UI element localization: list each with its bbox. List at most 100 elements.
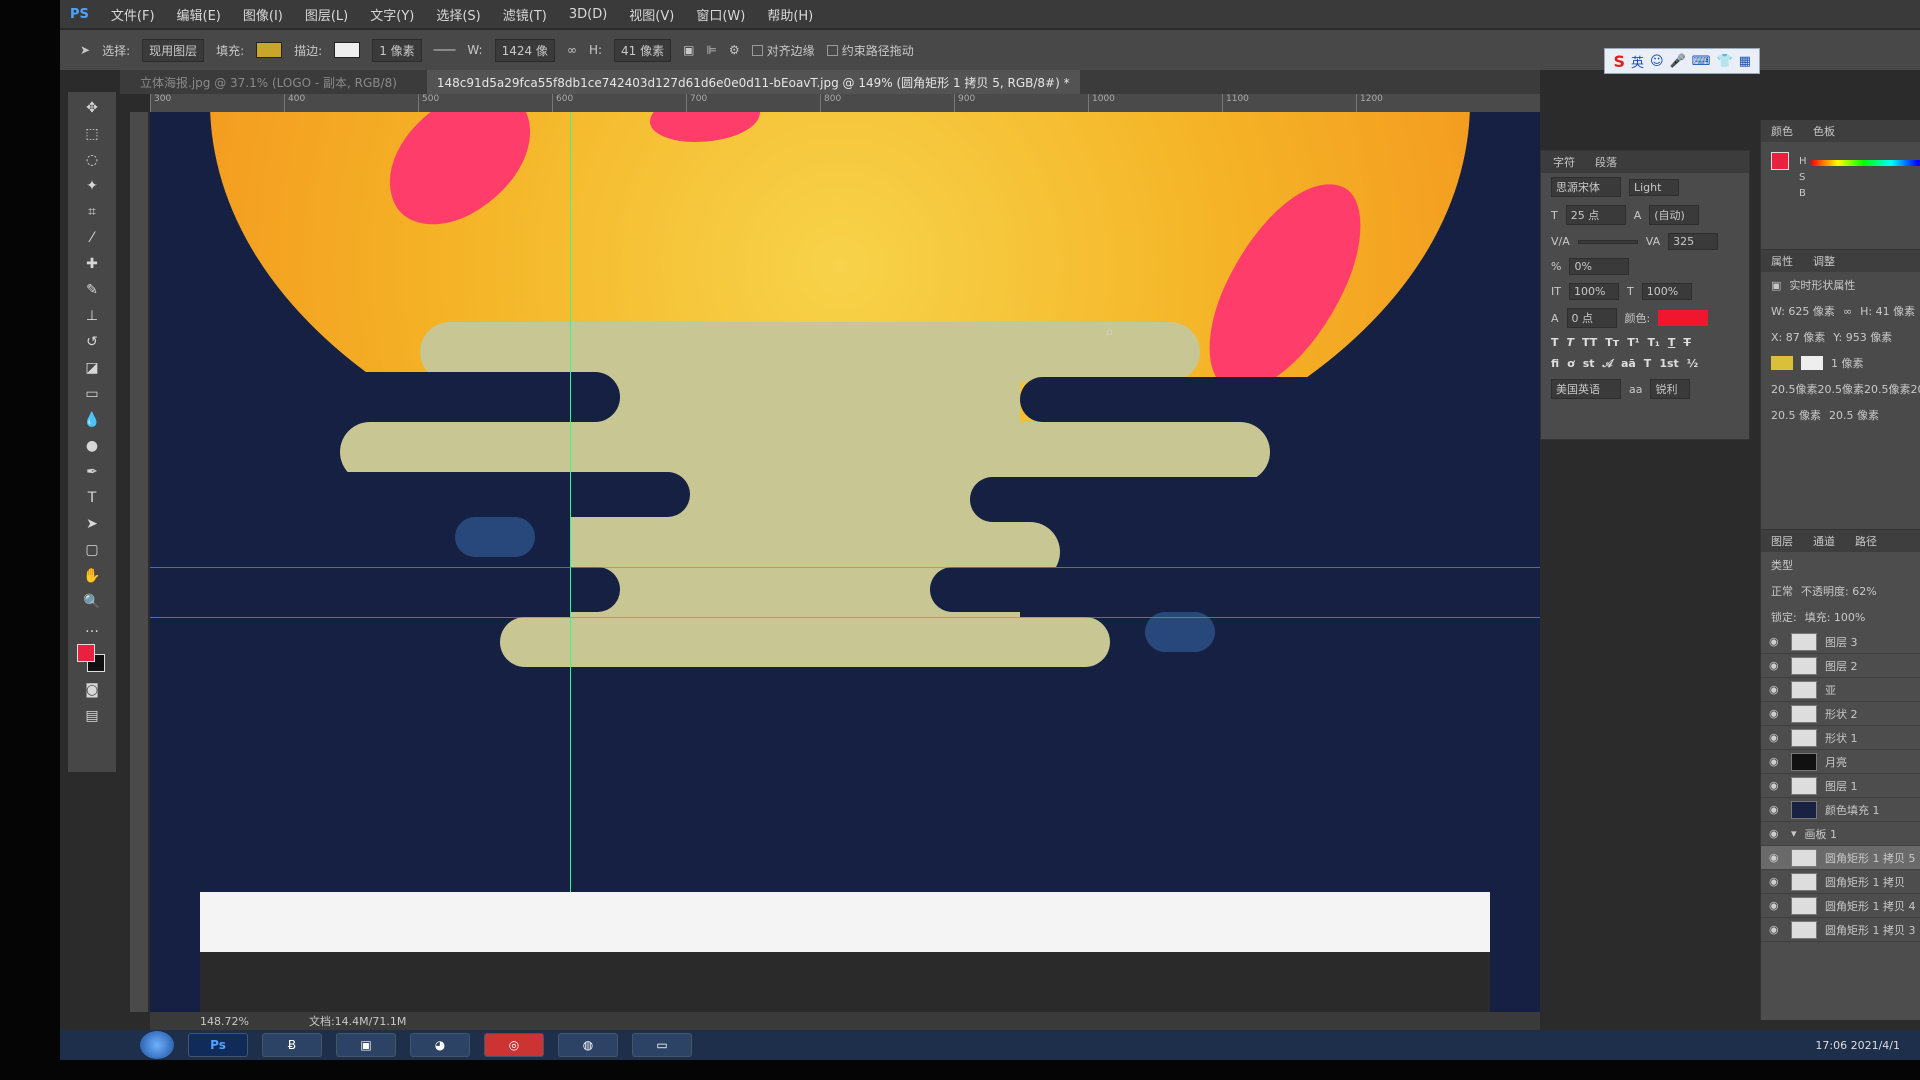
move-tool-icon[interactable]: ➤: [80, 43, 90, 57]
menu-select[interactable]: 选择(S): [436, 5, 480, 24]
tab-active-document[interactable]: 148c91d5a29fca55f8db1ce742403d127d61d6e0…: [426, 69, 1080, 95]
tab-character[interactable]: 字符: [1553, 154, 1575, 170]
tsume-field[interactable]: 0%: [1569, 258, 1630, 275]
menu-layer[interactable]: 图层(L): [305, 5, 348, 24]
ordinals-button[interactable]: 1st: [1659, 357, 1678, 371]
brush-tool-icon[interactable]: ✎: [81, 280, 103, 300]
radius-field-2[interactable]: 20.5 像素: [1829, 407, 1879, 423]
eye-icon[interactable]: ◉: [1769, 923, 1783, 936]
shape-tool-icon[interactable]: ▢: [81, 540, 103, 560]
horizontal-scale-field[interactable]: 100%: [1641, 283, 1692, 300]
taskbar-browser[interactable]: ◍: [558, 1033, 618, 1057]
artboard-row[interactable]: ◉ ▾ 画板 1: [1761, 822, 1920, 846]
zoom-tool-icon[interactable]: 🔍: [81, 592, 103, 612]
antialias-dropdown[interactable]: 锐利: [1650, 379, 1691, 399]
language-dropdown[interactable]: 美国英语: [1551, 379, 1621, 399]
underline-button[interactable]: T: [1668, 336, 1676, 349]
mic-icon[interactable]: 🎤: [1670, 54, 1686, 69]
dodge-tool-icon[interactable]: ●: [81, 436, 103, 456]
text-color-swatch[interactable]: [1658, 310, 1709, 326]
eye-icon[interactable]: ◉: [1769, 731, 1783, 744]
eye-icon[interactable]: ◉: [1769, 827, 1783, 840]
vertical-guide[interactable]: [570, 112, 571, 1012]
quick-mask-icon[interactable]: ◙: [81, 680, 103, 700]
leading-field[interactable]: (自动): [1649, 205, 1700, 225]
pen-tool-icon[interactable]: ✒: [81, 462, 103, 482]
shape-height[interactable]: H: 41 像素: [1860, 303, 1915, 319]
titling-button[interactable]: aā: [1621, 357, 1636, 371]
layer-row[interactable]: ◉ 月亮: [1761, 750, 1920, 774]
select-dropdown[interactable]: 现用图层: [142, 38, 205, 62]
menu-edit[interactable]: 编辑(E): [177, 5, 221, 24]
vertical-scale-field[interactable]: 100%: [1568, 283, 1619, 300]
faux-bold-button[interactable]: T: [1551, 336, 1559, 349]
path-select-icon[interactable]: ➤: [81, 514, 103, 534]
eye-icon[interactable]: ◉: [1769, 683, 1783, 696]
shape-stroke-swatch[interactable]: [1801, 356, 1823, 370]
ligature-button[interactable]: fi: [1551, 357, 1559, 371]
hand-tool-icon[interactable]: ✋: [81, 566, 103, 586]
ime-toolbar[interactable]: S 英 ☺ 🎤 ⌨ 👕 ▦: [1604, 48, 1760, 74]
shape-stroke-width[interactable]: 1 像素: [1831, 355, 1864, 371]
foreground-color-swatch[interactable]: [77, 644, 95, 662]
path-align-icon[interactable]: ⊫: [706, 43, 716, 57]
layer-filter-dropdown[interactable]: 类型: [1771, 557, 1793, 573]
fg-color-chip[interactable]: [1771, 152, 1789, 170]
emoji-icon[interactable]: ☺: [1650, 54, 1664, 69]
font-size-field[interactable]: 25 点: [1565, 205, 1626, 225]
layer-row[interactable]: ◉ 圆角矩形 1 拷贝 3: [1761, 918, 1920, 942]
fill-field[interactable]: 填充: 100%: [1805, 609, 1866, 625]
shape-y[interactable]: Y: 953 像素: [1833, 329, 1892, 345]
faux-italic-button[interactable]: T: [1567, 336, 1575, 349]
zoom-level[interactable]: 148.72%: [200, 1015, 249, 1028]
tab-paths[interactable]: 路径: [1855, 533, 1877, 549]
height-field[interactable]: 41 像素: [614, 38, 672, 62]
taskbar-wechat[interactable]: ◕: [410, 1033, 470, 1057]
hue-slider[interactable]: [1811, 160, 1920, 166]
eye-icon[interactable]: ◉: [1769, 635, 1783, 648]
tab-color[interactable]: 颜色: [1771, 123, 1793, 139]
horizontal-guide[interactable]: [150, 617, 1540, 618]
menu-help[interactable]: 帮助(H): [767, 5, 813, 24]
blend-mode-dropdown[interactable]: 正常: [1771, 583, 1793, 599]
stroke-style-dropdown[interactable]: ───: [434, 43, 456, 57]
stamp-tool-icon[interactable]: ⊥: [81, 306, 103, 326]
layer-row[interactable]: ◉ 圆角矩形 1 拷贝: [1761, 870, 1920, 894]
stroke-swatch[interactable]: [334, 42, 361, 58]
width-field[interactable]: 1424 像: [494, 38, 555, 62]
eye-icon[interactable]: ◉: [1769, 803, 1783, 816]
marquee-tool-icon[interactable]: ⬚: [81, 124, 103, 144]
superscript-button[interactable]: T¹: [1627, 336, 1639, 349]
link-icon[interactable]: ∞: [1843, 305, 1852, 318]
keyboard-icon[interactable]: ⌨: [1692, 54, 1711, 69]
tab-channels[interactable]: 通道: [1813, 533, 1835, 549]
tab-poster[interactable]: 立体海报.jpg @ 37.1% (LOGO - 副本, RGB/8): [140, 74, 397, 91]
menu-view[interactable]: 视图(V): [629, 5, 674, 24]
taskbar-app-b[interactable]: Ƀ: [262, 1033, 322, 1057]
shape-fill-swatch[interactable]: [1771, 356, 1793, 370]
tab-adjustments[interactable]: 调整: [1813, 253, 1835, 269]
font-style-dropdown[interactable]: Light: [1629, 178, 1679, 196]
font-family-dropdown[interactable]: 思源宋体: [1551, 177, 1621, 197]
kerning-field[interactable]: [1577, 239, 1638, 244]
blur-tool-icon[interactable]: 💧: [81, 410, 103, 430]
shape-x[interactable]: X: 87 像素: [1771, 329, 1825, 345]
tab-swatches[interactable]: 色板: [1813, 123, 1835, 139]
eye-icon[interactable]: ◉: [1769, 707, 1783, 720]
gradient-tool-icon[interactable]: ▭: [81, 384, 103, 404]
magic-wand-icon[interactable]: ✦: [81, 176, 103, 196]
healing-brush-icon[interactable]: ✚: [81, 254, 103, 274]
grid-icon[interactable]: ▦: [1739, 54, 1751, 69]
ime-language[interactable]: 英: [1631, 52, 1644, 71]
menu-type[interactable]: 文字(Y): [370, 5, 414, 24]
taskbar-app-store[interactable]: ▣: [336, 1033, 396, 1057]
taskbar-music[interactable]: ◎: [484, 1033, 544, 1057]
constrain-path-checkbox[interactable]: 约束路径拖动: [826, 42, 914, 59]
lasso-tool-icon[interactable]: ◌: [81, 150, 103, 170]
move-tool-icon[interactable]: ✥: [81, 98, 103, 118]
artboard-toggle-icon[interactable]: ▾: [1791, 827, 1797, 840]
tab-layers[interactable]: 图层: [1771, 533, 1793, 549]
small-caps-button[interactable]: Tт: [1605, 336, 1619, 349]
start-button[interactable]: [140, 1031, 174, 1059]
path-arrange-icon[interactable]: ⚙: [729, 43, 740, 57]
